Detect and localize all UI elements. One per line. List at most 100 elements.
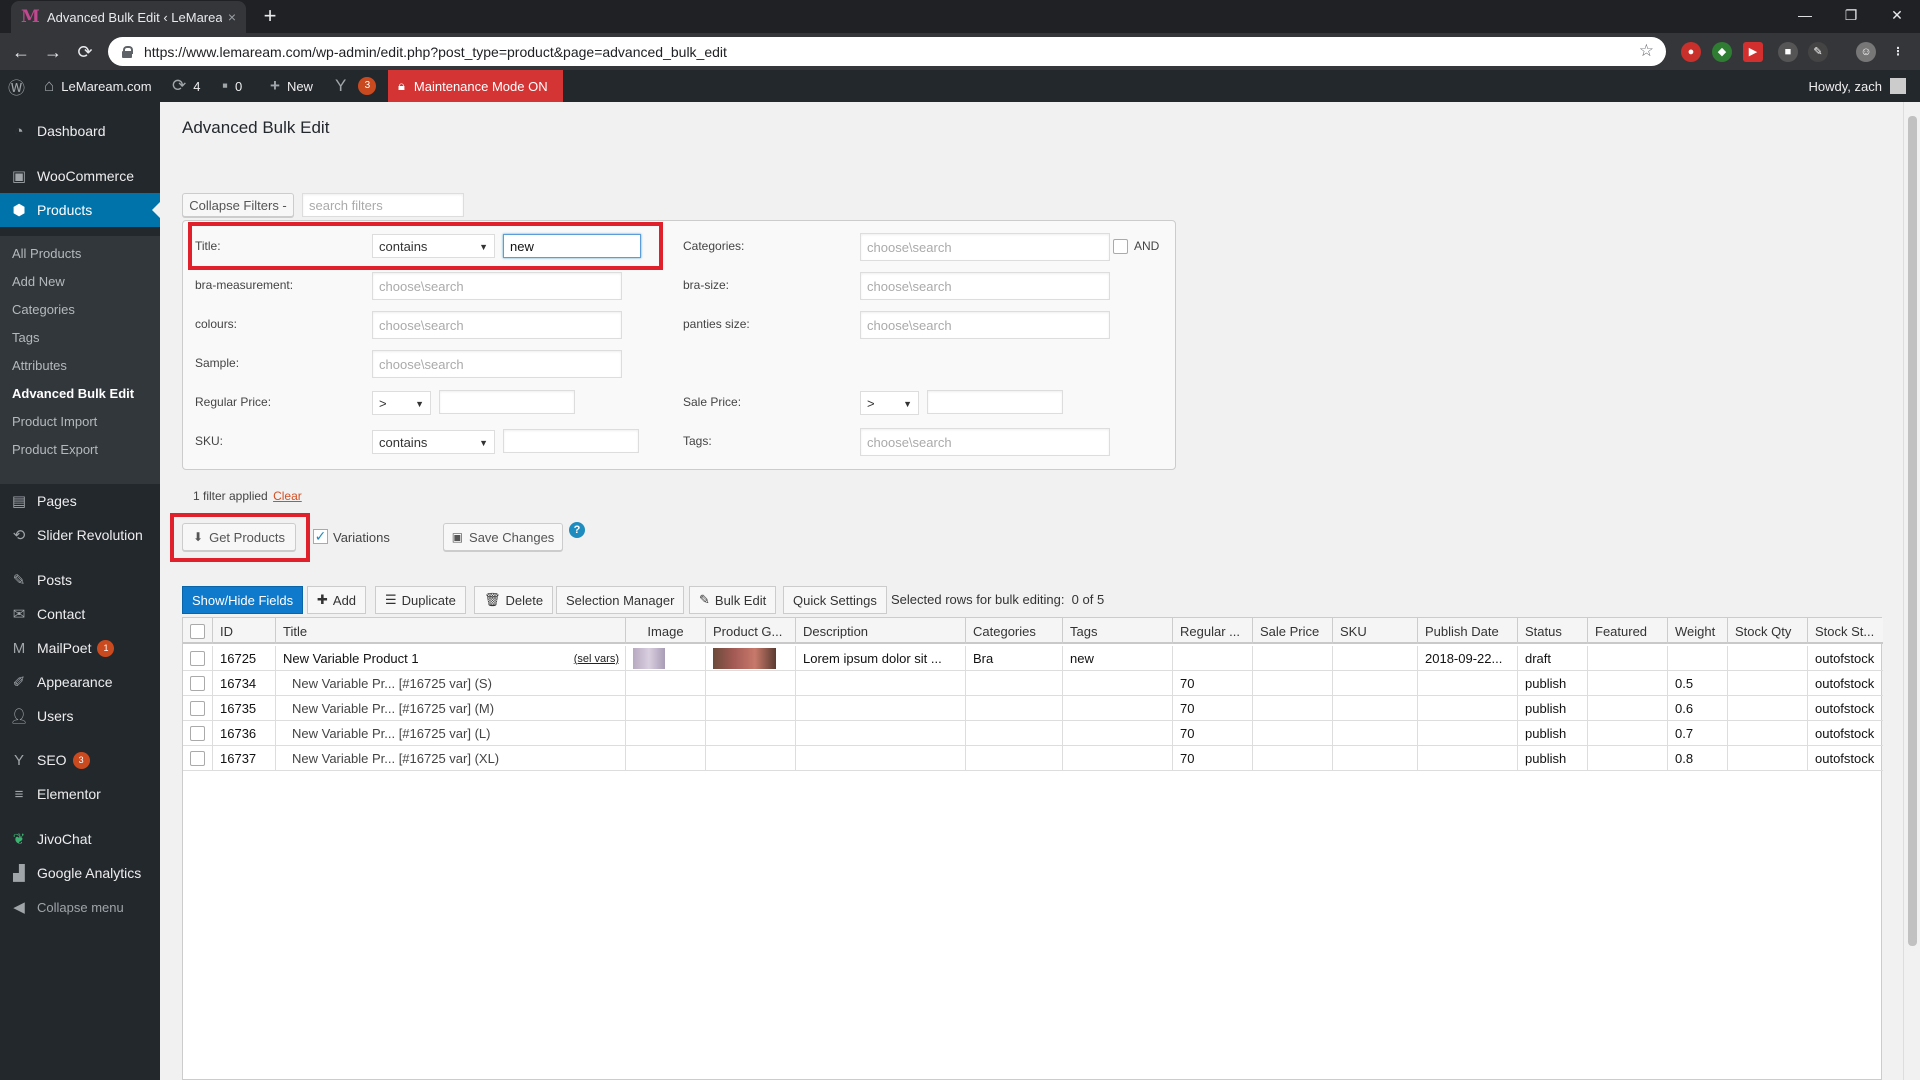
cell-stock-status[interactable]: outofstock	[1808, 746, 1883, 771]
cell-regular-price[interactable]: 70	[1173, 721, 1253, 746]
search-filters-input[interactable]: search filters	[302, 193, 464, 217]
sel-vars-link[interactable]: (sel vars)	[574, 653, 619, 665]
regular-price-operator-select[interactable]: > ▼	[372, 391, 431, 415]
cell-title[interactable]: New Variable Product 1 (sel vars)	[276, 646, 626, 671]
col-stock-status[interactable]: Stock St...	[1808, 618, 1883, 644]
cell-categories[interactable]	[966, 721, 1063, 746]
profile-icon[interactable]: ☺	[1856, 42, 1876, 62]
cell-featured[interactable]	[1588, 746, 1668, 771]
cell-weight[interactable]: 0.6	[1668, 696, 1728, 721]
table-row[interactable]: 16725 New Variable Product 1 (sel vars) …	[183, 646, 1883, 671]
cell-status[interactable]: publish	[1518, 696, 1588, 721]
cell-regular-price[interactable]	[1173, 646, 1253, 671]
cell-regular-price[interactable]: 70	[1173, 671, 1253, 696]
tags-input[interactable]: choose\search	[860, 428, 1110, 456]
get-products-button[interactable]: ⬇ Get Products	[182, 523, 296, 551]
cell-stock-status[interactable]: outofstock	[1808, 646, 1883, 671]
row-checkbox[interactable]	[190, 651, 205, 666]
cell-categories[interactable]: Bra	[966, 646, 1063, 671]
menu-appearance[interactable]: ✐ Appearance	[0, 665, 160, 699]
wp-logo-icon[interactable]: Ⓦ	[8, 70, 32, 102]
cell-stock-status[interactable]: outofstock	[1808, 671, 1883, 696]
cell-weight[interactable]	[1668, 646, 1728, 671]
cell-weight[interactable]: 0.7	[1668, 721, 1728, 746]
colours-input[interactable]: choose\search	[372, 311, 622, 339]
cell-status[interactable]: draft	[1518, 646, 1588, 671]
row-checkbox[interactable]	[190, 726, 205, 741]
help-icon[interactable]: ?	[569, 522, 585, 538]
col-regular-price[interactable]: Regular ...	[1173, 618, 1253, 644]
menu-jivochat[interactable]: ❦ JivoChat	[0, 822, 160, 856]
menu-slider-revolution[interactable]: ⟲ Slider Revolution	[0, 518, 160, 552]
cell-stock-qty[interactable]	[1728, 746, 1808, 771]
cell-categories[interactable]	[966, 746, 1063, 771]
table-row[interactable]: 16737 New Variable Pr... [#16725 var] (X…	[183, 746, 1883, 771]
menu-pages[interactable]: ▤ Pages	[0, 484, 160, 518]
cell-stock-status[interactable]: outofstock	[1808, 721, 1883, 746]
cell-tags[interactable]	[1063, 696, 1173, 721]
cell-title[interactable]: New Variable Pr... [#16725 var] (XL)	[276, 746, 626, 771]
cell-sale-price[interactable]	[1253, 746, 1333, 771]
row-checkbox[interactable]	[190, 676, 205, 691]
tab-close-icon[interactable]: ×	[228, 9, 236, 25]
menu-mailpoet[interactable]: M MailPoet 1	[0, 631, 160, 665]
submenu-add-new[interactable]: Add New	[12, 274, 65, 289]
reload-icon[interactable]: ⟳	[72, 39, 98, 65]
cell-title[interactable]: New Variable Pr... [#16725 var] (L)	[276, 721, 626, 746]
cell-description[interactable]	[796, 746, 966, 771]
yoast-link[interactable]: Y 3	[335, 70, 377, 102]
cell-sku[interactable]	[1333, 671, 1418, 696]
cell-id[interactable]: 16737	[213, 746, 276, 771]
menu-woocommerce[interactable]: ▣ WooCommerce	[0, 159, 160, 193]
address-bar[interactable]: https://www.lemaream.com/wp-admin/edit.p…	[108, 37, 1666, 66]
save-changes-button[interactable]: ▣ Save Changes	[443, 523, 563, 551]
cell-image[interactable]	[626, 646, 706, 671]
menu-dashboard[interactable]: ◔ Dashboard	[0, 114, 160, 148]
extension-video-icon[interactable]: ▶	[1743, 42, 1763, 62]
col-status[interactable]: Status	[1518, 618, 1588, 644]
cell-id[interactable]: 16735	[213, 696, 276, 721]
cell-sale-price[interactable]	[1253, 721, 1333, 746]
cell-description[interactable]	[796, 696, 966, 721]
cell-tags[interactable]	[1063, 721, 1173, 746]
scrollbar-thumb[interactable]	[1908, 116, 1917, 946]
cell-publish-date[interactable]	[1418, 721, 1518, 746]
cell-weight[interactable]: 0.5	[1668, 671, 1728, 696]
cell-gallery[interactable]	[706, 696, 796, 721]
cell-image[interactable]	[626, 721, 706, 746]
col-sale-price[interactable]: Sale Price	[1253, 618, 1333, 644]
col-id[interactable]: ID	[213, 618, 276, 644]
col-title[interactable]: Title	[276, 618, 626, 644]
col-publish-date[interactable]: Publish Date	[1418, 618, 1518, 644]
sale-price-operator-select[interactable]: > ▼	[860, 391, 919, 415]
cell-weight[interactable]: 0.8	[1668, 746, 1728, 771]
cell-gallery[interactable]	[706, 646, 796, 671]
categories-input[interactable]: choose\search	[860, 233, 1110, 261]
cell-regular-price[interactable]: 70	[1173, 696, 1253, 721]
cell-tags[interactable]	[1063, 746, 1173, 771]
col-weight[interactable]: Weight	[1668, 618, 1728, 644]
browser-tab[interactable]: M Advanced Bulk Edit ‹ LeMaream.c ×	[11, 1, 246, 33]
menu-google-analytics[interactable]: ▟ Google Analytics	[0, 856, 160, 890]
site-name-link[interactable]: ⌂ LeMaream.com	[44, 70, 152, 102]
submenu-attributes[interactable]: Attributes	[12, 358, 67, 373]
cell-publish-date[interactable]	[1418, 746, 1518, 771]
bulk-edit-button[interactable]: ✎ Bulk Edit	[689, 586, 777, 614]
cell-id[interactable]: 16725	[213, 646, 276, 671]
cell-categories[interactable]	[966, 696, 1063, 721]
page-scrollbar[interactable]	[1903, 102, 1920, 1080]
cell-featured[interactable]	[1588, 671, 1668, 696]
cell-sale-price[interactable]	[1253, 671, 1333, 696]
cell-sale-price[interactable]	[1253, 646, 1333, 671]
submenu-tags[interactable]: Tags	[12, 330, 39, 345]
cell-publish-date[interactable]	[1418, 696, 1518, 721]
col-tags[interactable]: Tags	[1063, 618, 1173, 644]
cell-publish-date[interactable]: 2018-09-22...	[1418, 646, 1518, 671]
cell-stock-qty[interactable]	[1728, 696, 1808, 721]
bookmark-star-icon[interactable]: ☆	[1639, 41, 1654, 61]
col-categories[interactable]: Categories	[966, 618, 1063, 644]
maximize-button[interactable]: ❐	[1828, 0, 1874, 30]
cell-status[interactable]: publish	[1518, 746, 1588, 771]
cell-id[interactable]: 16736	[213, 721, 276, 746]
cell-gallery[interactable]	[706, 746, 796, 771]
